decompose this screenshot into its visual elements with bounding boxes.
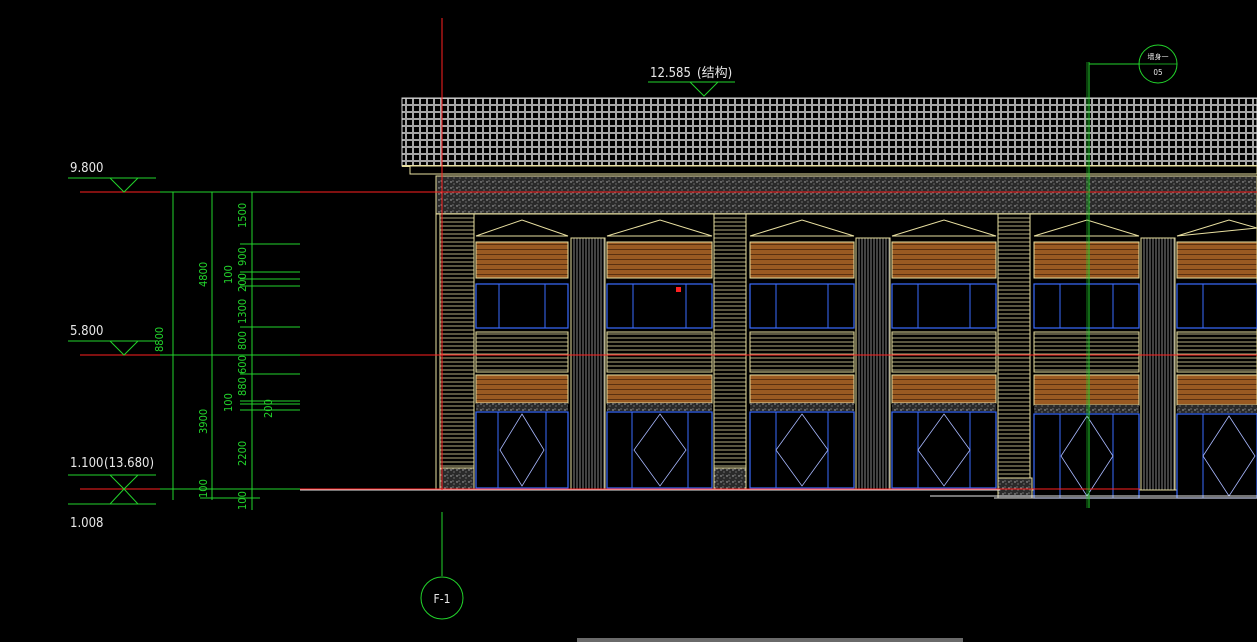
dim-detail: 100 [236,491,249,510]
dim-upper: 4800 [197,262,210,287]
grid-bubble-label: 墙身一 [1148,52,1169,61]
column [997,213,1031,491]
column [1140,237,1176,491]
level-marker-9800: 9.800 [68,161,156,193]
roof-level-marker: 12.585 (结构) [648,66,735,97]
column [570,237,606,491]
dimension-texts: 8800 4800 3900 100 1500 900 100 200 1300… [153,203,275,510]
level-label: 1.100 [70,456,103,471]
grid-bubble-label: F-1 [434,592,451,606]
level-marker-5800: 5.800 [68,324,156,356]
dim-detail: 1500 [236,203,249,228]
bay [1176,219,1257,499]
level-label: 5.800 [70,324,103,339]
cad-drawing-canvas[interactable]: 12.585 (结构) 9.800 5.800 1.100 (13.680) 1… [0,0,1257,642]
roof-elevation-text: 12.585 [650,66,691,81]
column [855,237,891,491]
horizontal-scrollbar[interactable] [577,638,963,642]
dim-detail: 900 [236,247,249,266]
level-label: 9.800 [70,161,103,176]
dim-detail: 600 [236,355,249,374]
dim-overall: 8800 [153,327,166,352]
roof [401,97,1257,175]
level-alt-label: (13.680) [104,456,154,471]
bay [475,219,569,489]
dim-detail: 100 [222,265,235,284]
level-marker-1100: 1.100 (13.680) 1.008 [68,456,156,531]
dim-detail: 100 [222,393,235,412]
bay [606,219,713,489]
dimension-lines [160,191,300,510]
dim-detail: 1300 [236,299,249,324]
frieze-band [435,175,1257,215]
dim-detail: 800 [236,331,249,350]
column [439,213,475,491]
dim-detail: 2200 [236,441,249,466]
level-label: 1.008 [70,516,103,531]
dim-detail: 200 [236,273,249,292]
dim-detail: 200 [262,399,275,418]
column [713,213,747,491]
bay [749,219,855,489]
roof-elevation-note: (结构) [697,66,732,81]
dim-base: 100 [197,479,210,498]
bay [891,219,997,489]
dim-lower: 3900 [197,409,210,434]
bay [1033,219,1140,499]
dim-detail: 880 [236,377,249,396]
grid-bubble-sub: 05 [1153,68,1162,77]
